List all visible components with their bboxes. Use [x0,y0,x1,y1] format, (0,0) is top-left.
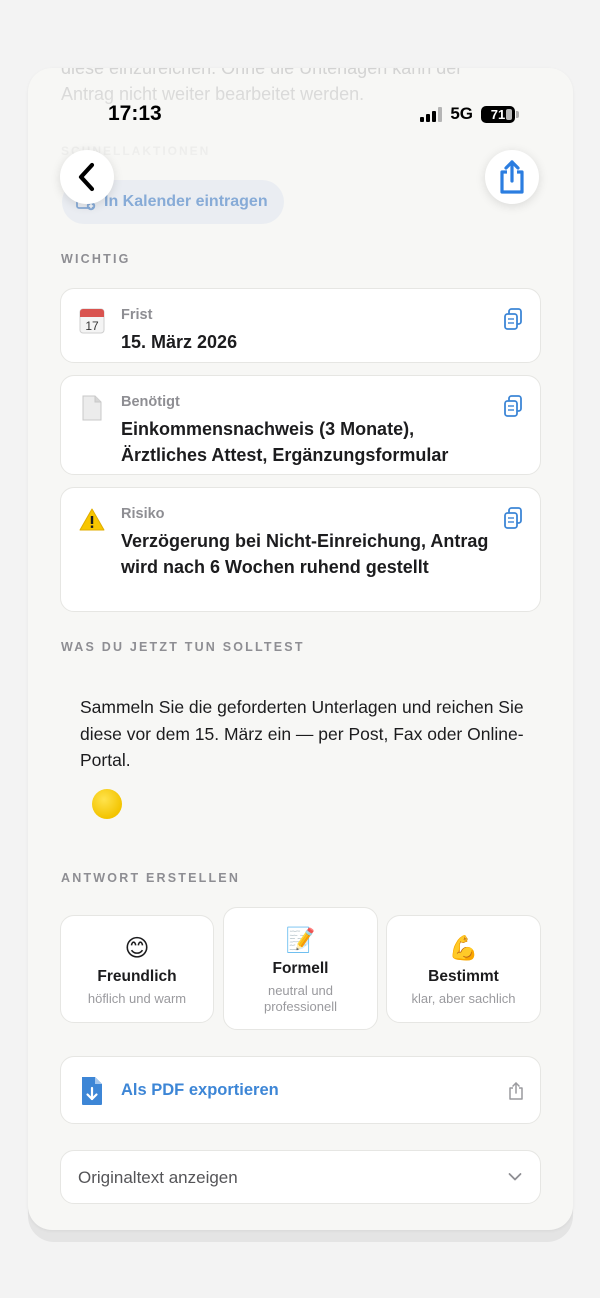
tone-assertive-name: Bestimmt [428,968,499,985]
tone-friendly-name: Freundlich [97,968,177,985]
tone-formal-desc: neutral und professionell [264,983,337,1014]
show-original-text-button[interactable]: Originaltext anzeigen [60,1150,541,1204]
battery-icon: 71 [481,105,519,123]
back-button[interactable] [60,150,114,204]
export-pdf-button[interactable]: Als PDF exportieren [60,1056,541,1124]
copy-icon[interactable] [502,307,524,331]
phone-screen: diese einzureichen. Ohne die Unterlagen … [28,68,573,1230]
copy-icon[interactable] [502,394,524,418]
deadline-label: Frist [121,307,153,323]
copy-icon[interactable] [502,506,524,530]
add-to-calendar-label: In Kalender eintragen [104,193,268,210]
share-small-icon [509,1082,523,1100]
signal-icon [420,106,443,122]
share-icon [500,160,524,194]
chevron-left-icon [78,162,95,192]
calendar-icon: 17 [79,308,105,334]
warning-icon [79,508,105,531]
pdf-document-icon [82,1077,102,1105]
required-label: Benötigt [121,394,180,410]
status-indicators: 5G 71 [420,104,519,124]
risk-value: Verzögerung bei Nicht-Einreichung, Antra… [121,531,489,577]
status-dot-icon [92,789,122,819]
status-time: 17:13 [108,102,162,125]
chevron-down-icon [508,1173,522,1181]
status-bar: 17:13 5G 71 [28,98,573,128]
show-original-label: Originaltext anzeigen [78,1168,238,1187]
todo-section-title: WAS DU JETZT TUN SOLLTEST [61,640,305,654]
reply-section-title: ANTWORT ERSTELLEN [61,871,241,885]
risk-card: Risiko Verzögerung bei Nicht-Einreichung… [60,487,541,612]
important-section-title: WICHTIG [61,252,131,266]
export-pdf-label: Als PDF exportieren [121,1081,279,1099]
tone-formal-name: Formell [272,960,329,977]
tone-assertive-button[interactable]: 💪 Bestimmt klar, aber sachlich [386,915,541,1023]
battery-level: 71 [490,106,506,122]
required-value: Einkommensnachweis (3 Monate), Ärztliche… [121,419,449,465]
deadline-card: 17 Frist 15. März 2026 [60,288,541,363]
risk-label: Risiko [121,506,165,522]
deadline-value: 15. März 2026 [121,332,238,352]
share-button[interactable] [485,150,539,204]
svg-text:17: 17 [85,319,99,333]
document-icon [82,395,102,421]
required-documents-card: Benötigt Einkommensnachweis (3 Monate), … [60,375,541,475]
flexed-biceps-icon: 💪 [448,935,479,962]
tone-friendly-desc: höflich und warm [87,991,187,1006]
scrolled-line-1: diese einzureichen. Ohne die Unterlagen … [61,68,463,78]
smile-icon: 😊 [124,935,150,962]
tone-friendly-button[interactable]: 😊 Freundlich höflich und warm [60,915,214,1023]
tone-assertive-desc: klar, aber sachlich [411,991,516,1006]
todo-text: Sammeln Sie die geforderten Unterlagen u… [80,697,524,770]
memo-icon: 📝 [285,927,316,954]
network-type: 5G [450,104,473,123]
tone-formal-button[interactable]: 📝 Formell neutral und professionell [223,907,378,1030]
